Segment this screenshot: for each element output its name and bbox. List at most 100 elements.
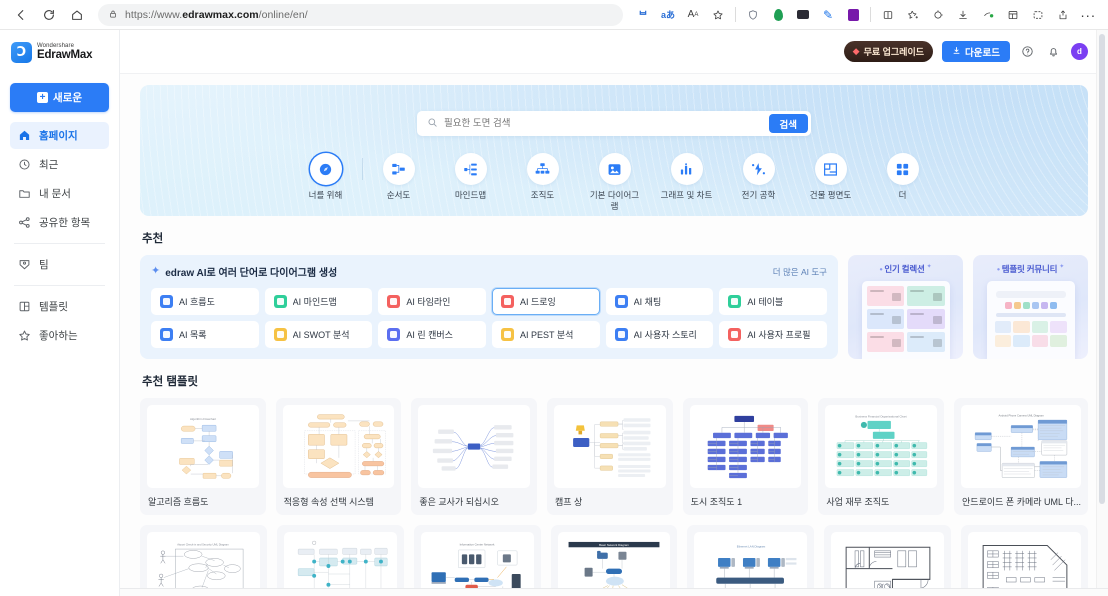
template-name: 도시 조직도 1	[690, 497, 743, 507]
template-card[interactable]: 도시 조직도 1	[682, 398, 809, 515]
template-name: 캠프 상	[555, 497, 583, 507]
read-aloud-icon[interactable]: ᄇ	[631, 3, 655, 27]
promo-thumb	[994, 321, 1011, 333]
bell-icon[interactable]	[1045, 43, 1062, 60]
team-shield-icon	[18, 258, 31, 271]
ai-tool-flowchart[interactable]: AI 흐름도	[151, 288, 259, 315]
add-favorite-icon[interactable]	[901, 3, 925, 27]
ai-tool-timeline[interactable]: AI 타임라인	[378, 288, 486, 315]
template-card[interactable]: 캠프 상	[547, 398, 673, 515]
category-label: 순서도	[386, 190, 411, 200]
sidebar-item-template[interactable]: 템플릿	[10, 293, 109, 320]
address-bar[interactable]: https://www.edrawmax.com/online/en/	[98, 3, 623, 26]
sidebar-item-home[interactable]: 홈페이지	[10, 122, 109, 149]
ai-tool-user-story[interactable]: AI 사용자 스토리	[605, 321, 714, 348]
category-more[interactable]: 더	[867, 153, 939, 201]
grid-apps-icon[interactable]	[1001, 3, 1025, 27]
ai-tool-lean-canvas[interactable]: AI 린 캔버스	[378, 321, 486, 348]
template-card[interactable]: Basic Network Diagram	[550, 525, 678, 596]
favorite-star-icon[interactable]	[706, 3, 730, 27]
app-root: Ɔ Wondershare EdrawMax + 새로운 홈페이지 최근 내 문…	[0, 30, 1108, 596]
translate-icon[interactable]: aあ	[656, 3, 680, 27]
free-upgrade-button[interactable]: ◆ 무료 업그레이드	[843, 41, 934, 62]
category-floorplan[interactable]: 건물 평면도	[795, 153, 867, 201]
template-card[interactable]: Information Center Network	[413, 525, 541, 596]
help-circle-icon[interactable]	[1019, 43, 1036, 60]
search-bar[interactable]: 검색	[417, 111, 811, 136]
ai-pest-icon	[500, 328, 514, 341]
new-document-button[interactable]: + 새로운	[10, 83, 109, 112]
office-icon[interactable]	[841, 3, 865, 27]
ai-tool-label: AI 목록	[179, 330, 207, 340]
template-card[interactable]: 좋은 교사가 되십시오	[411, 398, 537, 515]
sidebar-item-my-documents[interactable]: 내 문서	[10, 180, 109, 207]
promo-thumb	[1050, 321, 1067, 333]
tree-thumb	[554, 405, 666, 488]
extensions-icon[interactable]	[976, 3, 1000, 27]
more-icon[interactable]: ···	[1076, 3, 1100, 27]
template-card[interactable]: Business Financial Organizational Chart	[818, 398, 945, 515]
ai-tool-mindmap[interactable]: AI 마인드맵	[264, 288, 373, 315]
ai-tool-list[interactable]: AI 목록	[151, 321, 259, 348]
font-size-icon[interactable]: AA	[681, 3, 705, 27]
more-ai-tools-link[interactable]: 더 많은 AI 도구	[773, 266, 827, 278]
category-label: 너를 위해	[308, 190, 343, 200]
ai-tool-table[interactable]: AI 테이블	[719, 288, 827, 315]
back-arrow-icon[interactable]	[8, 2, 34, 28]
template-card[interactable]: Algorithm Flowchart 알고리즘 흐름도	[140, 398, 266, 515]
ai-tool-pest[interactable]: AI PEST 분석	[491, 321, 600, 348]
ai-tool-chat[interactable]: AI 채팅	[605, 288, 714, 315]
sidebar-item-recent[interactable]: 최근	[10, 151, 109, 178]
promo-template-community[interactable]: 템플릿 커뮤니티	[973, 255, 1088, 359]
template-card[interactable]: 적응형 속성 선택 시스템	[275, 398, 402, 515]
sidebar-item-favorites[interactable]: 좋아하는	[10, 322, 109, 349]
ai-tool-user-profile[interactable]: AI 사용자 프로필	[719, 321, 827, 348]
drop-icon[interactable]	[766, 3, 790, 27]
shield-icon[interactable]	[741, 3, 765, 27]
category-mindmap[interactable]: 마인드맵	[435, 153, 507, 201]
search-input[interactable]	[438, 118, 769, 129]
browser-essentials-icon[interactable]	[926, 3, 950, 27]
scrollbar-thumb[interactable]	[1099, 34, 1105, 504]
promo-thumb	[1031, 335, 1048, 347]
clock-icon	[18, 158, 31, 171]
new-document-label: 새로운	[53, 92, 82, 104]
plus-icon: +	[37, 92, 48, 103]
category-electrical[interactable]: 전기 공학	[723, 153, 795, 201]
category-flowchart[interactable]: 순서도	[363, 153, 435, 201]
template-card[interactable]: Ethernet LAN Diagram	[687, 525, 815, 596]
share-icon[interactable]	[1051, 3, 1075, 27]
svg-text:Airport Check-in and Security: Airport Check-in and Security UML Diagra…	[178, 542, 230, 546]
ai-tool-drawing[interactable]: AI 드로잉	[491, 288, 600, 315]
collections-pen-icon[interactable]: ✎	[816, 3, 840, 27]
download-button[interactable]: 다운로드	[942, 41, 1010, 62]
sidebar-item-team[interactable]: 팀	[10, 251, 109, 278]
category-graph-chart[interactable]: 그래프 및 차트	[651, 153, 723, 201]
category-orgchart[interactable]: 조직도	[507, 153, 579, 201]
template-card[interactable]: Airport Check-in and Security UML Diagra…	[140, 525, 267, 596]
ai-panel-title: edraw AI로 여러 단어로 다이어그램 생성	[165, 268, 338, 279]
copilot-icon[interactable]	[1026, 3, 1050, 27]
category-row: 너를 위해 순서도 마인드맵 조직도 기본 다이어그램 그래프 및 차트 전기 …	[140, 153, 1088, 211]
app-logo[interactable]: Ɔ Wondershare EdrawMax	[10, 30, 109, 74]
promo-chip	[1040, 302, 1048, 309]
template-card[interactable]	[961, 525, 1088, 596]
category-basic-diagram[interactable]: 기본 다이어그램	[579, 153, 651, 211]
template-card[interactable]	[276, 525, 404, 596]
promo-bar	[995, 313, 1066, 317]
downloads-icon[interactable]	[951, 3, 975, 27]
sidebar: Ɔ Wondershare EdrawMax + 새로운 홈페이지 최근 내 문…	[0, 30, 120, 596]
search-button[interactable]: 검색	[768, 114, 808, 133]
sidebar-item-shared[interactable]: 공유한 항목	[10, 209, 109, 236]
split-screen-icon[interactable]	[876, 3, 900, 27]
template-card[interactable]	[824, 525, 952, 596]
reload-icon[interactable]	[36, 2, 62, 28]
ai-tool-swot[interactable]: AI SWOT 분석	[264, 321, 373, 348]
category-for-you[interactable]: 너를 위해	[290, 153, 362, 201]
promo-popular-collection[interactable]: 인기 컬렉션	[848, 255, 963, 359]
template-card[interactable]: Android Phone Camera UML Diagram 안드로이드 폰…	[954, 398, 1088, 515]
home-icon[interactable]	[64, 2, 90, 28]
browser-toolbar: https://www.edrawmax.com/online/en/ ᄇ aあ…	[0, 0, 1108, 30]
wallet-icon[interactable]	[791, 3, 815, 27]
avatar[interactable]: d	[1071, 43, 1088, 60]
